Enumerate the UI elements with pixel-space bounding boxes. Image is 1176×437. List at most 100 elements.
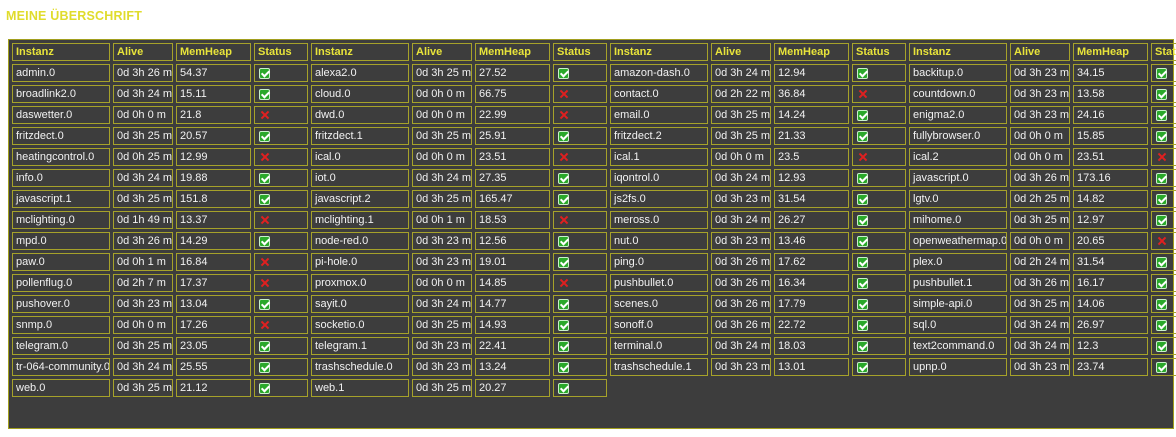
status-cell: [553, 232, 607, 250]
table-row: javascript.1 0d 3h 25 m 151.8 javascript.2 0…: [12, 190, 1176, 208]
instance-name: sonoff.0: [610, 316, 708, 334]
status-cell: [553, 358, 607, 376]
alive-time: 0d 3h 23 m: [1010, 106, 1070, 124]
status-cell: [254, 190, 308, 208]
memheap-value: 15.11: [176, 85, 251, 103]
alive-time: 0d 3h 26 m: [711, 295, 771, 313]
memheap-value: 17.26: [176, 316, 251, 334]
instance-name: enigma2.0: [909, 106, 1007, 124]
status-cell: [852, 127, 906, 145]
instance-name: iqontrol.0: [610, 169, 708, 187]
check-icon: [1156, 193, 1167, 205]
instance-name: telegram.0: [12, 337, 110, 355]
check-icon: [558, 340, 569, 352]
status-cell: [254, 211, 308, 229]
memheap-value: 14.06: [1073, 295, 1148, 313]
status-cell: [1151, 85, 1176, 103]
status-cell: [553, 127, 607, 145]
cross-icon: [1156, 236, 1167, 247]
check-icon: [558, 193, 569, 205]
check-icon: [1156, 256, 1167, 268]
instance-name: countdown.0: [909, 85, 1007, 103]
column-header-instance: Instanz: [311, 43, 409, 61]
check-icon: [1156, 361, 1167, 373]
check-icon: [1156, 277, 1167, 289]
status-cell: [852, 211, 906, 229]
status-cell: [553, 169, 607, 187]
instance-name: snmp.0: [12, 316, 110, 334]
check-icon: [857, 235, 868, 247]
instance-name: email.0: [610, 106, 708, 124]
instance-name: pollenflug.0: [12, 274, 110, 292]
memheap-value: 23.05: [176, 337, 251, 355]
memheap-value: 22.41: [475, 337, 550, 355]
column-header-memheap: MemHeap: [774, 43, 849, 61]
status-cell: [254, 148, 308, 166]
alive-time: 0d 3h 24 m: [711, 64, 771, 82]
check-icon: [1156, 214, 1167, 226]
alive-time: 0d 0h 0 m: [412, 106, 472, 124]
alive-time: 0d 2h 7 m: [113, 274, 173, 292]
status-cell: [852, 85, 906, 103]
memheap-value: 13.24: [475, 358, 550, 376]
check-icon: [857, 172, 868, 184]
check-icon: [857, 319, 868, 331]
memheap-value: 20.65: [1073, 232, 1148, 250]
status-cell: [852, 232, 906, 250]
alive-time: 0d 0h 1 m: [113, 253, 173, 271]
alive-time: 0d 0h 0 m: [113, 316, 173, 334]
check-icon: [558, 235, 569, 247]
table-row: mclighting.0 0d 1h 49 m 13.37 mclighting.1 0…: [12, 211, 1176, 229]
check-icon: [259, 235, 270, 247]
memheap-value: 17.37: [176, 274, 251, 292]
table-row: broadlink2.0 0d 3h 24 m 15.11 cloud.0 0d 0h …: [12, 85, 1176, 103]
table-row: telegram.0 0d 3h 25 m 23.05 telegram.1 0d 3h…: [12, 337, 1176, 355]
cross-icon: [259, 278, 270, 289]
check-icon: [259, 298, 270, 310]
memheap-value: 16.17: [1073, 274, 1148, 292]
check-icon: [1156, 130, 1167, 142]
memheap-value: 12.3: [1073, 337, 1148, 355]
alive-time: 0d 3h 24 m: [711, 211, 771, 229]
alive-time: 0d 3h 25 m: [113, 379, 173, 397]
check-icon: [558, 319, 569, 331]
instance-name: dwd.0: [311, 106, 409, 124]
table-row: web.0 0d 3h 25 m 21.12 web.1 0d 3h 25 m 20.27: [12, 379, 1176, 397]
alive-time: 0d 3h 25 m: [711, 106, 771, 124]
cross-icon: [558, 215, 569, 226]
memheap-value: 20.27: [475, 379, 550, 397]
instance-name: pushbullet.0: [610, 274, 708, 292]
memheap-value: 16.84: [176, 253, 251, 271]
instance-name: pi-hole.0: [311, 253, 409, 271]
alive-time: 0d 3h 24 m: [1010, 337, 1070, 355]
header-row: Instanz Alive MemHeap Status Instanz Alive Mem…: [12, 43, 1176, 61]
instance-name: ical.2: [909, 148, 1007, 166]
alive-time: 0d 3h 23 m: [1010, 358, 1070, 376]
instance-name: paw.0: [12, 253, 110, 271]
check-icon: [1156, 109, 1167, 121]
instance-name: ical.0: [311, 148, 409, 166]
instance-name: openweathermap.0: [909, 232, 1007, 250]
memheap-value: 12.97: [1073, 211, 1148, 229]
instance-name: nut.0: [610, 232, 708, 250]
instance-name: text2command.0: [909, 337, 1007, 355]
status-cell: [254, 295, 308, 313]
instance-name: heatingcontrol.0: [12, 148, 110, 166]
cross-icon: [857, 89, 868, 100]
alive-time: 0d 0h 0 m: [412, 85, 472, 103]
cross-icon: [558, 278, 569, 289]
status-cell: [254, 358, 308, 376]
alive-time: 0d 3h 26 m: [1010, 274, 1070, 292]
memheap-value: 14.77: [475, 295, 550, 313]
memheap-value: 13.46: [774, 232, 849, 250]
cross-icon: [558, 152, 569, 163]
memheap-value: 17.79: [774, 295, 849, 313]
memheap-value: 14.24: [774, 106, 849, 124]
instance-name: web.1: [311, 379, 409, 397]
memheap-value: 23.51: [1073, 148, 1148, 166]
check-icon: [857, 277, 868, 289]
alive-time: 0d 3h 23 m: [412, 232, 472, 250]
instance-name: mpd.0: [12, 232, 110, 250]
status-cell: [254, 169, 308, 187]
status-cell: [553, 106, 607, 124]
